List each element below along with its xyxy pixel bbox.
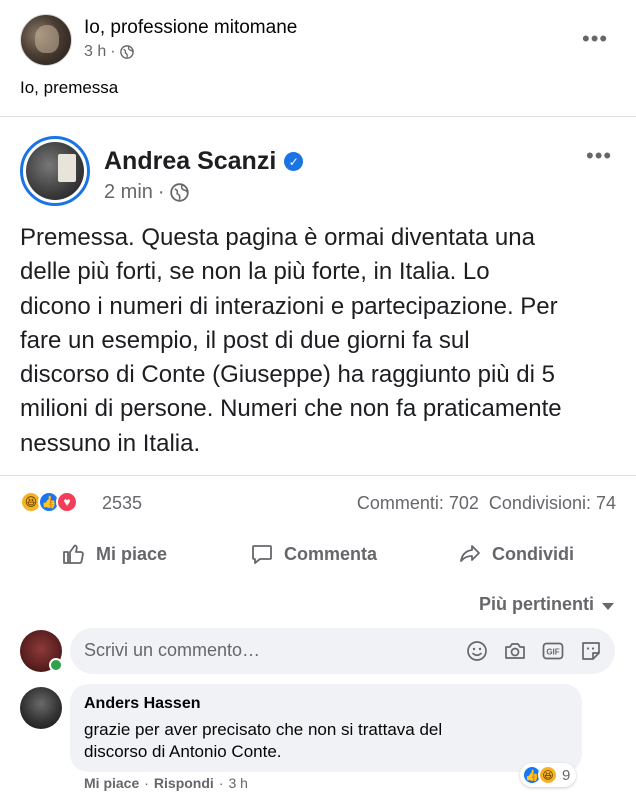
svg-text:GIF: GIF: [546, 648, 559, 657]
post-stats-row: 😆 👍 ♥ 2535 Commenti: 702 Condivisioni: 7…: [0, 476, 636, 530]
shared-post-more-icon[interactable]: •••: [586, 145, 612, 167]
comment-footer: Mi piace · Rispondi · 3 h: [84, 775, 248, 791]
thumbs-up-icon: [63, 544, 84, 564]
share-arrow-icon: [460, 545, 480, 562]
outer-post-more-icon[interactable]: •••: [582, 28, 608, 50]
comment-reaction-count: 9: [562, 766, 571, 784]
meta-separator: ·: [157, 181, 165, 203]
chevron-down-icon: [602, 602, 614, 610]
shared-post-meta: 2 min ·: [104, 181, 189, 204]
sticker-icon[interactable]: [579, 639, 603, 663]
meta-separator: ·: [110, 43, 116, 60]
comment-text: grazie per aver precisato che non si tra…: [84, 719, 564, 763]
comment-time[interactable]: 3 h: [228, 775, 247, 791]
shared-post-author-row: Andrea Scanzi ✓: [104, 147, 304, 176]
comment-bubble-icon: [252, 545, 272, 564]
globe-icon: [119, 45, 134, 59]
comment-bubble: Anders Hassen grazie per aver precisato …: [70, 684, 582, 772]
comment-reply-link[interactable]: Rispondi: [154, 775, 214, 791]
outer-post-time[interactable]: 3 h: [84, 43, 106, 61]
comment-composer[interactable]: GIF: [70, 628, 615, 674]
haha-reaction-icon: 😆: [538, 765, 558, 785]
comment-reactions[interactable]: 👍 😆 9: [520, 763, 577, 787]
comment-text-line: discorso di Antonio Conte.: [84, 742, 282, 761]
comment-input[interactable]: [84, 640, 444, 661]
commenter-avatar[interactable]: [20, 687, 62, 729]
reaction-count[interactable]: 2535: [102, 493, 142, 514]
comments-sort-dropdown[interactable]: Più pertinenti: [479, 594, 614, 615]
outer-post-meta: 3 h ·: [84, 43, 134, 61]
comment-button[interactable]: Commenta: [250, 542, 377, 566]
text-line: delle più forti, se non la più forte, in…: [20, 258, 490, 286]
online-status-indicator: [49, 658, 63, 672]
outer-post-caption: Io, premessa: [20, 78, 119, 97]
page-avatar[interactable]: [20, 14, 72, 66]
love-reaction-icon: ♥: [56, 491, 78, 513]
comment-like-link[interactable]: Mi piace: [84, 775, 139, 791]
shared-post-author[interactable]: Andrea Scanzi: [104, 147, 276, 176]
share-button-label: Condividi: [492, 543, 574, 564]
like-button-label: Mi piace: [96, 543, 168, 564]
comment-author[interactable]: Anders Hassen: [84, 695, 201, 713]
shared-post-card[interactable]: Andrea Scanzi ✓ 2 min · ••• Premessa. Qu…: [0, 116, 636, 476]
shared-post-time[interactable]: 2 min: [104, 181, 153, 204]
text-line: fare un esempio, il post di due giorni f…: [20, 326, 470, 354]
footer-separator: ·: [218, 775, 224, 791]
sort-label: Più pertinenti: [478, 594, 594, 614]
globe-icon: [169, 183, 189, 202]
text-line: Premessa. Questa pagina è ormai diventat…: [20, 224, 535, 251]
shared-post-text: Premessa. Questa pagina è ormai diventat…: [20, 221, 620, 461]
composer-tools: GIF: [465, 639, 603, 663]
post-actions-row: Mi piace Commenta Condividi: [0, 532, 636, 580]
comment-text-line: grazie per aver precisato che non si tra…: [84, 720, 443, 739]
gif-icon[interactable]: GIF: [541, 639, 565, 663]
outer-post-header: Io, professione mitomane 3 h ·: [20, 12, 620, 68]
text-line: nessuno in Italia.: [20, 429, 201, 457]
engagement-counts: Commenti: 702 Condivisioni: 74: [357, 493, 616, 514]
shared-post-avatar[interactable]: [20, 136, 90, 206]
avatar-photo: [26, 142, 84, 200]
reactions-summary[interactable]: 😆 👍 ♥: [20, 491, 78, 513]
outer-post-author[interactable]: Io, professione mitomane: [84, 17, 297, 39]
comments-count[interactable]: Commenti: 702: [357, 493, 479, 514]
text-line: discorso di Conte (Giuseppe) ha raggiunt…: [20, 361, 555, 389]
like-button[interactable]: Mi piace: [62, 542, 167, 566]
shares-count[interactable]: Condivisioni: 74: [489, 493, 616, 514]
text-line: milioni di persone. Numeri che non fa pr…: [20, 395, 562, 423]
text-line: dicono i numeri di interazioni e parteci…: [20, 292, 558, 320]
footer-separator: ·: [144, 775, 149, 791]
camera-icon[interactable]: [503, 639, 527, 663]
comment-button-label: Commenta: [284, 543, 378, 564]
share-button[interactable]: Condividi: [458, 542, 574, 566]
verified-badge-icon: ✓: [284, 152, 304, 171]
emoji-icon[interactable]: [465, 639, 489, 663]
